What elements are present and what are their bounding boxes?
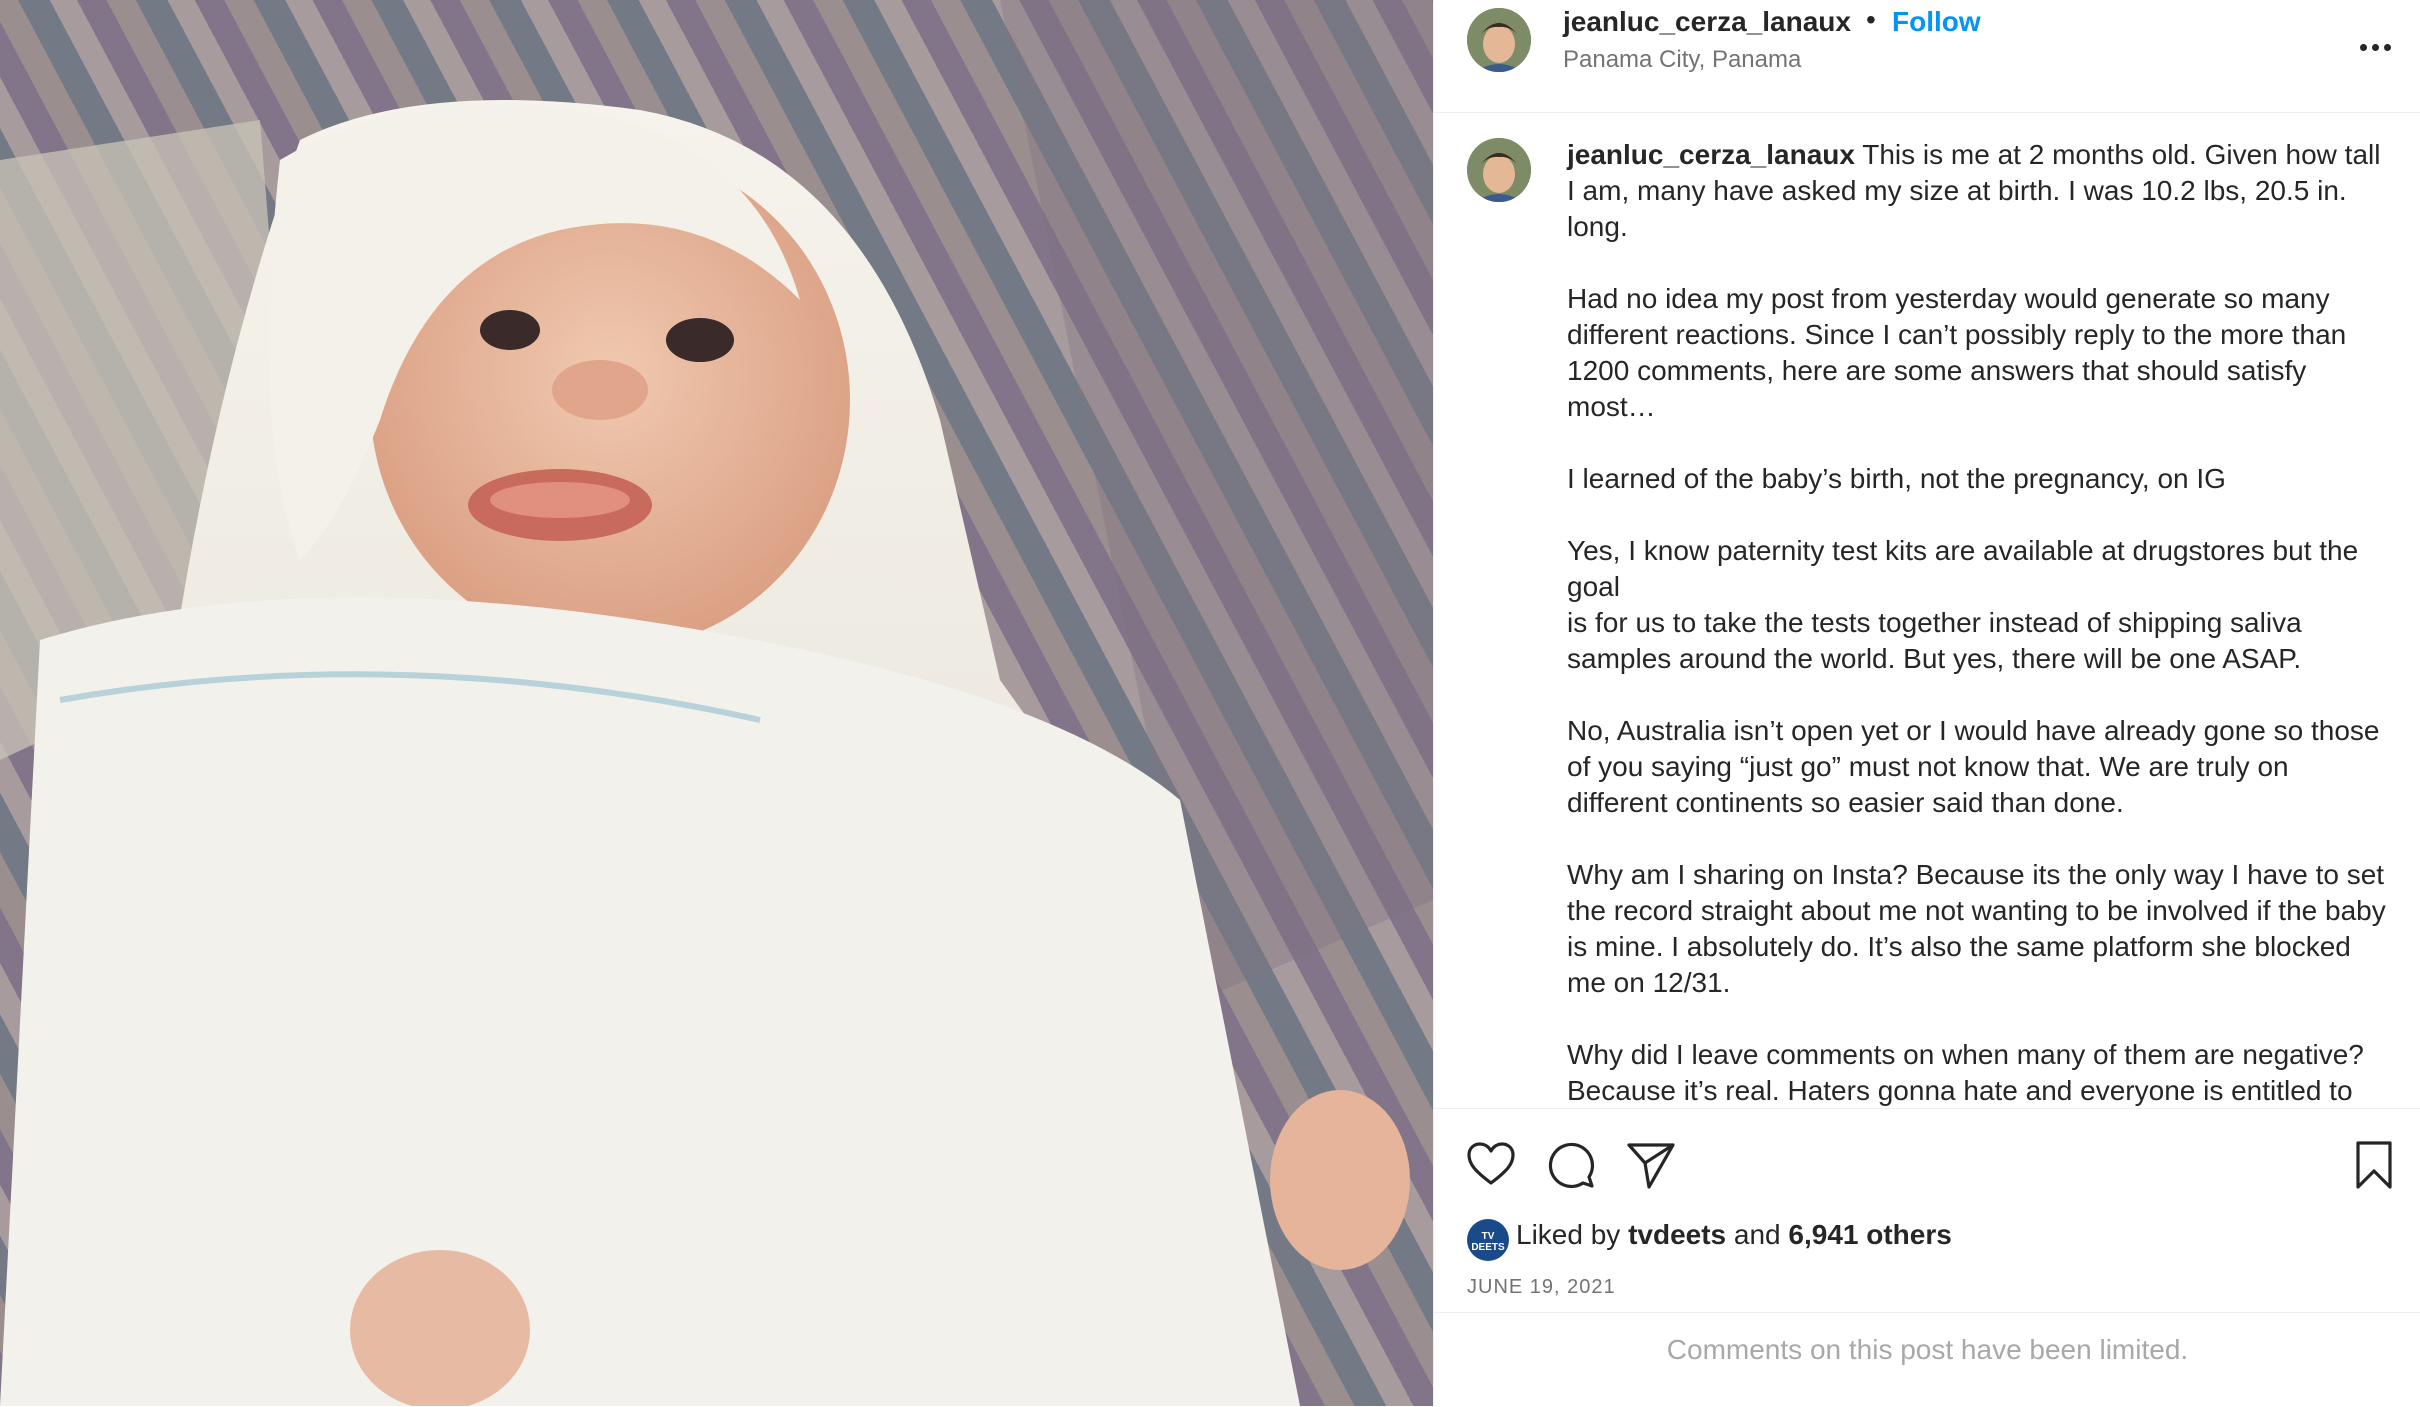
caption-paragraph: No, Australia isn’t open yet or I would … <box>1567 715 2380 818</box>
post-sidebar: jeanluc_cerza_lanaux • Follow Panama Cit… <box>1433 0 2420 1406</box>
likes-summary[interactable]: Liked by tvdeets and 6,941 others <box>1516 1219 1952 1251</box>
comment-icon[interactable] <box>1545 1139 1597 1191</box>
caption-username[interactable]: jeanluc_cerza_lanaux <box>1567 139 1855 170</box>
baby-photo-illustration <box>0 0 1433 1406</box>
liker-avatar[interactable]: TV DEETS <box>1467 1219 1509 1261</box>
share-icon[interactable] <box>1625 1139 1677 1191</box>
bookmark-icon[interactable] <box>2348 1139 2400 1191</box>
caption-paragraph: Why did I leave comments on when many of… <box>1567 1039 2364 1106</box>
separator-dot: • <box>1866 4 1876 35</box>
avatar-image <box>1467 138 1531 202</box>
post-actions: TV DEETS Liked by tvdeets and 6,941 othe… <box>1434 1108 2420 1313</box>
caption-scroll-area[interactable]: jeanluc_cerza_lanaux This is me at 2 mon… <box>1434 113 2420 1108</box>
liker-username[interactable]: tvdeets <box>1628 1219 1726 1250</box>
follow-button[interactable]: Follow <box>1892 6 1981 38</box>
caption-avatar[interactable] <box>1467 138 1531 202</box>
likes-prefix: Liked by <box>1516 1219 1621 1250</box>
heart-icon[interactable] <box>1465 1139 1517 1191</box>
caption-paragraph: Why am I sharing on Insta? Because its t… <box>1567 859 2386 998</box>
likes-and: and <box>1733 1219 1781 1250</box>
post-caption: jeanluc_cerza_lanaux This is me at 2 mon… <box>1567 137 2391 1108</box>
post-photo[interactable] <box>0 0 1433 1406</box>
avatar-image <box>1467 8 1531 72</box>
more-options-icon[interactable] <box>2360 38 2400 51</box>
likes-others[interactable]: 6,941 others <box>1788 1219 1951 1250</box>
post-date[interactable]: JUNE 19, 2021 <box>1467 1276 1616 1299</box>
post-location[interactable]: Panama City, Panama <box>1563 46 1801 74</box>
author-username[interactable]: jeanluc_cerza_lanaux <box>1563 6 1851 38</box>
post-header: jeanluc_cerza_lanaux • Follow Panama Cit… <box>1434 0 2420 113</box>
instagram-post: jeanluc_cerza_lanaux • Follow Panama Cit… <box>0 0 2420 1406</box>
caption-paragraph: I learned of the baby’s birth, not the p… <box>1567 463 2226 494</box>
caption-paragraph: Had no idea my post from yesterday would… <box>1567 283 2347 422</box>
comments-limited-notice: Comments on this post have been limited. <box>1434 1312 2420 1407</box>
author-avatar[interactable] <box>1467 8 1531 72</box>
caption-paragraph: Yes, I know paternity test kits are avai… <box>1567 535 2359 674</box>
